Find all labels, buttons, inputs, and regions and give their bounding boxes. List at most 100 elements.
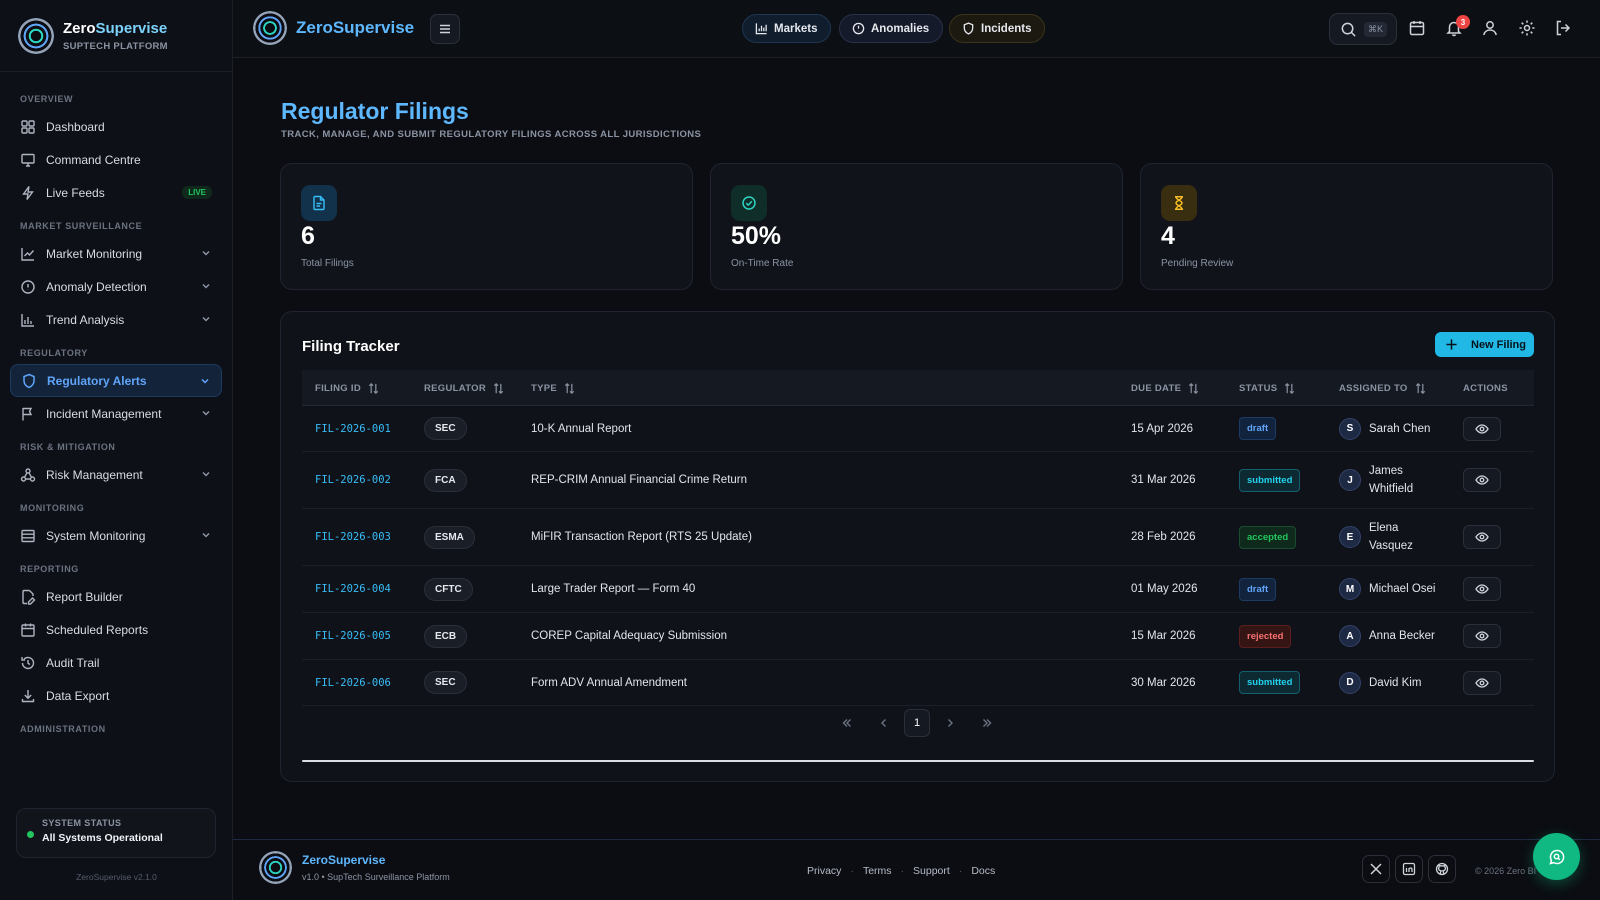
check-circle-icon [731, 185, 767, 221]
stat-label: On-Time Rate [731, 258, 794, 269]
chat-assistant-button[interactable] [1533, 833, 1580, 880]
sidebar-item-live-feeds[interactable]: Live Feeds LIVE [10, 176, 222, 209]
x-social-button[interactable] [1362, 855, 1390, 883]
footer-link-docs[interactable]: Docs [971, 865, 995, 877]
table-row[interactable]: FIL-2026-005 ECB COREP Capital Adequacy … [302, 613, 1534, 660]
calendar-icon[interactable] [1408, 19, 1426, 37]
eye-icon [1475, 475, 1489, 485]
table-row[interactable]: FIL-2026-004 CFTC Large Trader Report — … [302, 566, 1534, 613]
footer-link-terms[interactable]: Terms [863, 865, 892, 877]
view-filing-button[interactable] [1463, 670, 1501, 695]
filing-id-link[interactable]: FIL-2026-002 [315, 474, 391, 486]
eye-icon [1475, 584, 1489, 594]
status-dot-icon [27, 831, 34, 838]
view-filing-button[interactable] [1463, 525, 1501, 549]
sidebar-item-audit-trail[interactable]: Audit Trail [10, 646, 222, 679]
logout-icon[interactable] [1554, 19, 1572, 37]
filing-tracker-title: Filing Tracker [302, 338, 400, 355]
table-row[interactable]: FIL-2026-006 SEC Form ADV Annual Amendme… [302, 660, 1534, 706]
view-filing-button[interactable] [1463, 624, 1501, 648]
column-header-regulator[interactable]: REGULATOR [424, 370, 505, 406]
brand-name: ZeroSupervise [63, 20, 168, 37]
column-header-type[interactable]: TYPE [531, 370, 576, 406]
page-number-button[interactable]: 1 [904, 709, 930, 737]
table-row[interactable]: FIL-2026-003 ESMA MiFIR Transaction Repo… [302, 509, 1534, 566]
bar-chart-icon [755, 23, 767, 35]
gear-icon[interactable] [1518, 19, 1536, 37]
sidebar-item-label: Risk Management [46, 467, 143, 482]
lightning-icon [22, 185, 34, 200]
sidebar-item-system-monitoring[interactable]: System Monitoring [10, 519, 222, 552]
bar-chart-icon [21, 313, 34, 327]
stat-value: 4 [1161, 222, 1175, 250]
filing-id-link[interactable]: FIL-2026-005 [315, 630, 391, 642]
regulator-chip: CFTC [424, 577, 473, 601]
sidebar-item-dashboard[interactable]: Dashboard [10, 110, 222, 143]
previous-page-button[interactable] [871, 709, 897, 737]
plus-icon [1446, 339, 1457, 350]
column-header-filing-id[interactable]: FILING ID [315, 370, 380, 406]
sidebar-item-label: Report Builder [46, 589, 123, 604]
filing-id-link[interactable]: FIL-2026-006 [315, 677, 391, 689]
pill-label: Anomalies [871, 22, 930, 35]
nav-section-risk: RISK & MITIGATION [20, 442, 116, 452]
filing-type: MiFIR Transaction Report (RTS 25 Update) [531, 531, 752, 543]
sidebar-item-command-centre[interactable]: Command Centre [10, 143, 222, 176]
view-filing-button[interactable] [1463, 468, 1501, 492]
filing-id-link[interactable]: FIL-2026-003 [315, 531, 391, 543]
sidebar-item-incident-management[interactable]: Incident Management [10, 397, 222, 430]
filing-id-link[interactable]: FIL-2026-001 [315, 423, 391, 435]
view-filing-button[interactable] [1463, 577, 1501, 601]
sidebar-item-report-builder[interactable]: Report Builder [10, 580, 222, 613]
eye-icon [1475, 631, 1489, 641]
footer-link-privacy[interactable]: Privacy [807, 865, 841, 877]
topbar-title: ZeroSupervise [296, 18, 415, 37]
sidebar-item-trend-analysis[interactable]: Trend Analysis [10, 303, 222, 336]
topbar-brand[interactable]: ZeroSupervise [253, 11, 414, 45]
footer-link-support[interactable]: Support [913, 865, 950, 877]
new-filing-button[interactable]: New Filing [1435, 332, 1534, 357]
filing-id-link[interactable]: FIL-2026-004 [315, 583, 391, 595]
sidebar-item-market-monitoring[interactable]: Market Monitoring [10, 237, 222, 270]
regulator-chip: ESMA [424, 525, 475, 549]
sidebar-item-risk-management[interactable]: Risk Management [10, 458, 222, 491]
sidebar-item-anomaly-detection[interactable]: Anomaly Detection [10, 270, 222, 303]
menu-toggle-button[interactable] [430, 14, 460, 44]
anomalies-pill-button[interactable]: Anomalies [839, 14, 944, 43]
network-icon [20, 467, 36, 482]
column-header-assigned-to[interactable]: ASSIGNED TO [1339, 370, 1427, 406]
user-icon[interactable] [1481, 19, 1499, 37]
next-page-button[interactable] [937, 709, 963, 737]
sort-icon [493, 382, 504, 394]
filing-type: 10-K Annual Report [531, 422, 632, 435]
system-status-value: All Systems Operational [42, 832, 163, 844]
linkedin-social-button[interactable] [1395, 855, 1423, 883]
stat-card-on-time-rate: 50% On-Time Rate [710, 163, 1123, 290]
sidebar-item-data-export[interactable]: Data Export [10, 679, 222, 712]
column-label: DUE DATE [1131, 382, 1182, 394]
app-version: ZeroSupervise v2.1.0 [76, 872, 157, 882]
search-button[interactable]: ⌘K [1329, 13, 1397, 45]
avatar: J [1339, 469, 1361, 491]
sidebar-item-regulatory-alerts[interactable]: Regulatory Alerts [10, 364, 222, 397]
sidebar-brand[interactable]: ZeroSupervise SUPTECH PLATFORM [0, 0, 232, 72]
status-badge: accepted [1239, 525, 1297, 549]
column-label: ASSIGNED TO [1339, 382, 1408, 394]
github-social-button[interactable] [1428, 855, 1456, 883]
last-page-button[interactable] [974, 709, 1000, 737]
column-header-due-date[interactable]: DUE DATE [1131, 370, 1200, 406]
first-page-button[interactable] [834, 709, 860, 737]
sidebar-item-scheduled-reports[interactable]: Scheduled Reports [10, 613, 222, 646]
column-header-status[interactable]: STATUS [1239, 370, 1296, 406]
chevron-down-icon [202, 283, 210, 289]
horizontal-scrollbar[interactable] [302, 760, 1534, 762]
incidents-pill-button[interactable]: Incidents [949, 14, 1046, 43]
table-row[interactable]: FIL-2026-001 SEC 10-K Annual Report 15 A… [302, 406, 1534, 452]
table-row[interactable]: FIL-2026-002 FCA REP-CRIM Annual Financi… [302, 452, 1534, 509]
markets-pill-button[interactable]: Markets [742, 14, 832, 43]
view-filing-button[interactable] [1463, 416, 1501, 441]
pill-label: Incidents [981, 22, 1032, 35]
sidebar-item-label: Live Feeds [46, 185, 105, 200]
column-label: STATUS [1239, 382, 1278, 394]
table-header: FILING ID REGULATOR TYPE DUE DATE STATUS… [302, 370, 1534, 406]
